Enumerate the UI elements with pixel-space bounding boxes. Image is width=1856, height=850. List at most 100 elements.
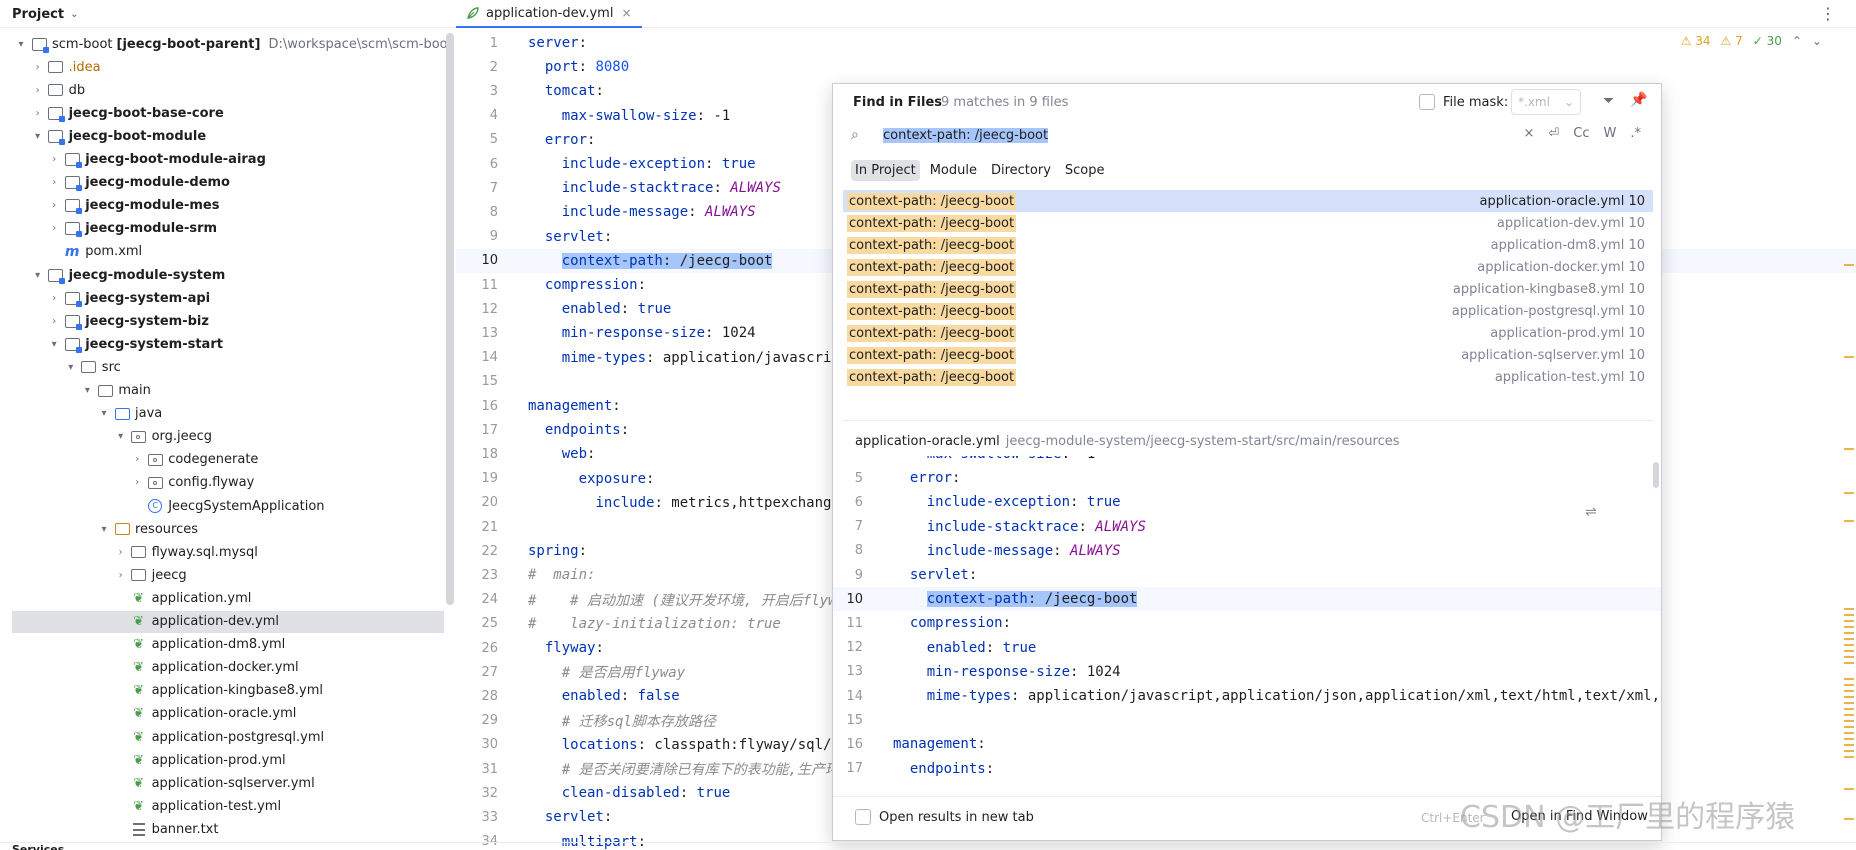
collapse-arrow-icon[interactable]: › <box>31 108 45 119</box>
error-stripe[interactable] <box>1842 28 1856 842</box>
whole-words-toggle[interactable]: W <box>1604 126 1617 141</box>
expand-arrow-icon[interactable]: ▾ <box>31 270 45 281</box>
tree-item[interactable]: › flyway.sql.mysql <box>0 541 444 563</box>
collapse-arrow-icon[interactable]: › <box>47 200 61 211</box>
soft-wrap-icon[interactable]: ⇌ <box>1585 504 1597 520</box>
tree-item[interactable]: ▾ main <box>0 380 444 402</box>
tab-application-dev[interactable]: application-dev.yml × <box>456 0 642 28</box>
result-row[interactable]: context-path: /jeecg-boot application-tes… <box>843 366 1653 388</box>
tree-item[interactable]: › jeecg-system-biz <box>0 310 444 332</box>
collapse-arrow-icon[interactable]: › <box>130 454 144 465</box>
tree-item[interactable]: ❦ application-oracle.yml <box>0 703 444 725</box>
chevron-down-icon[interactable]: ⌄ <box>1812 34 1822 48</box>
expand-arrow-icon[interactable]: ▾ <box>97 524 111 535</box>
tree-item[interactable]: ▾ jeecg-module-system <box>0 264 444 286</box>
new-tab-checkbox[interactable] <box>855 809 871 825</box>
tree-item[interactable]: › jeecg-boot-base-core <box>0 102 444 124</box>
tree-item[interactable]: ▾ jeecg-system-start <box>0 333 444 355</box>
tree-item[interactable]: › jeecg-boot-module-airag <box>0 149 444 171</box>
regex-toggle[interactable]: .* <box>1630 126 1641 141</box>
filter-icon[interactable]: ⏷ <box>1603 93 1614 109</box>
chevron-up-icon[interactable]: ⌃ <box>1792 34 1802 48</box>
collapse-arrow-icon[interactable]: › <box>47 223 61 234</box>
tree-item[interactable]: ❦ application-postgresql.yml <box>0 726 444 748</box>
tree-item[interactable]: ❦ application-kingbase8.yml <box>0 680 444 702</box>
search-icon[interactable]: ⌕ <box>843 127 869 143</box>
result-row[interactable]: context-path: /jeecg-boot application-pro… <box>843 322 1653 344</box>
collapse-arrow-icon[interactable]: › <box>47 316 61 327</box>
preview-scrollbar[interactable] <box>1653 462 1659 488</box>
tree-item[interactable]: ❦ application-prod.yml <box>0 749 444 771</box>
more-options-icon[interactable]: ⋮ <box>1820 4 1836 23</box>
scope-tab[interactable]: In Project <box>851 160 920 181</box>
tree-item[interactable]: ▾ src <box>0 356 444 378</box>
clear-icon[interactable]: × <box>1523 126 1534 141</box>
expand-arrow-icon[interactable]: ▾ <box>97 408 111 419</box>
tree-item[interactable]: › jeecg-module-srm <box>0 218 444 240</box>
result-row[interactable]: context-path: /jeecg-boot application-pos… <box>843 300 1653 322</box>
collapse-arrow-icon[interactable]: › <box>130 477 144 488</box>
project-view-selector[interactable]: Project ⌄ <box>0 0 456 28</box>
open-in-new-tab-option[interactable]: Open results in new tab <box>855 809 1034 825</box>
scope-tab[interactable]: Module <box>926 160 981 181</box>
expand-arrow-icon[interactable]: ▾ <box>80 385 94 396</box>
tree-item[interactable]: ▾ org.jeecg <box>0 426 444 448</box>
collapse-arrow-icon[interactable]: › <box>114 547 128 558</box>
expand-arrow-icon[interactable]: ▾ <box>47 339 61 350</box>
pin-icon[interactable]: 📌 <box>1630 92 1647 108</box>
expand-arrow-icon[interactable]: ▾ <box>31 131 45 142</box>
tree-item[interactable]: ❦ application-sqlserver.yml <box>0 772 444 794</box>
newline-icon[interactable]: ⏎ <box>1548 126 1559 141</box>
file-mask-toggle[interactable]: File mask: <box>1419 92 1508 112</box>
tree-item[interactable]: › .idea <box>0 56 444 78</box>
expand-arrow-icon[interactable]: ▾ <box>114 431 128 442</box>
match-case-toggle[interactable]: Cc <box>1573 126 1589 141</box>
tree-item[interactable]: m pom.xml <box>0 241 444 263</box>
tree-item[interactable]: ❦ application-dev.yml <box>12 610 444 633</box>
file-mask-input[interactable]: *.xml ⌄ <box>1511 89 1581 115</box>
collapse-arrow-icon[interactable]: › <box>31 85 45 96</box>
preview-editor[interactable]: max-swallow-size: -15 error:6 include-ex… <box>833 456 1661 786</box>
result-row[interactable]: context-path: /jeecg-boot application-kin… <box>843 278 1653 300</box>
collapse-arrow-icon[interactable]: › <box>47 177 61 188</box>
result-row[interactable]: context-path: /jeecg-boot application-doc… <box>843 256 1653 278</box>
search-input[interactable]: context-path: /jeecg-boot <box>883 126 1049 144</box>
tree-item[interactable]: ▾ jeecg-boot-module <box>0 125 444 147</box>
line-number: 21 <box>481 519 498 535</box>
tree-item[interactable]: ❦ application-test.yml <box>0 795 444 817</box>
scope-tab[interactable]: Directory <box>987 160 1055 181</box>
tree-item[interactable]: ▾ java <box>0 403 444 425</box>
close-icon[interactable]: × <box>621 6 631 20</box>
tree-item[interactable]: ❦ application.yml <box>0 587 444 609</box>
tree-item[interactable]: ▾ scm-boot [jeecg-boot-parent] D:\workspace… <box>0 33 448 55</box>
collapse-arrow-icon[interactable]: › <box>47 293 61 304</box>
collapse-arrow-icon[interactable]: › <box>114 570 128 581</box>
scope-tab[interactable]: Scope <box>1061 160 1109 181</box>
tree-item[interactable]: › jeecg-module-demo <box>0 172 444 194</box>
result-row[interactable]: context-path: /jeecg-boot application-dm8… <box>843 234 1653 256</box>
result-row[interactable]: context-path: /jeecg-boot application-dev… <box>843 212 1653 234</box>
inspection-widget[interactable]: ⚠ 34 ⚠ 7 ✓ 30 ⌃ ⌄ <box>1681 34 1822 48</box>
project-tree-scrollbar[interactable] <box>446 33 454 605</box>
tree-item[interactable]: C JeecgSystemApplication <box>0 495 444 517</box>
collapse-arrow-icon[interactable]: › <box>47 154 61 165</box>
expand-arrow-icon[interactable]: ▾ <box>64 362 78 373</box>
tree-item[interactable]: ❦ application-dm8.yml <box>0 634 444 656</box>
tree-item[interactable]: › db <box>0 79 444 101</box>
services-tool-window[interactable]: Services <box>0 842 1856 850</box>
chevron-down-icon: ⌄ <box>70 8 79 20</box>
tree-item[interactable]: › codegenerate <box>0 449 444 471</box>
tree-item[interactable]: › jeecg <box>0 564 444 586</box>
tree-item[interactable]: › jeecg-module-mes <box>0 195 444 217</box>
tree-item[interactable]: banner.txt <box>0 818 444 840</box>
result-row[interactable]: context-path: /jeecg-boot application-sql… <box>843 344 1653 366</box>
collapse-arrow-icon[interactable]: › <box>31 62 45 73</box>
tree-item[interactable]: › config.flyway <box>0 472 444 494</box>
chevron-down-icon[interactable]: ⌄ <box>1564 95 1574 109</box>
tree-item[interactable]: › jeecg-system-api <box>0 287 444 309</box>
tree-item[interactable]: ❦ application-docker.yml <box>0 657 444 679</box>
result-row[interactable]: context-path: /jeecg-boot application-ora… <box>843 190 1653 212</box>
tree-item[interactable]: ▾ resources <box>0 518 444 540</box>
file-mask-checkbox[interactable] <box>1419 94 1435 110</box>
expand-arrow-icon[interactable]: ▾ <box>14 39 28 50</box>
